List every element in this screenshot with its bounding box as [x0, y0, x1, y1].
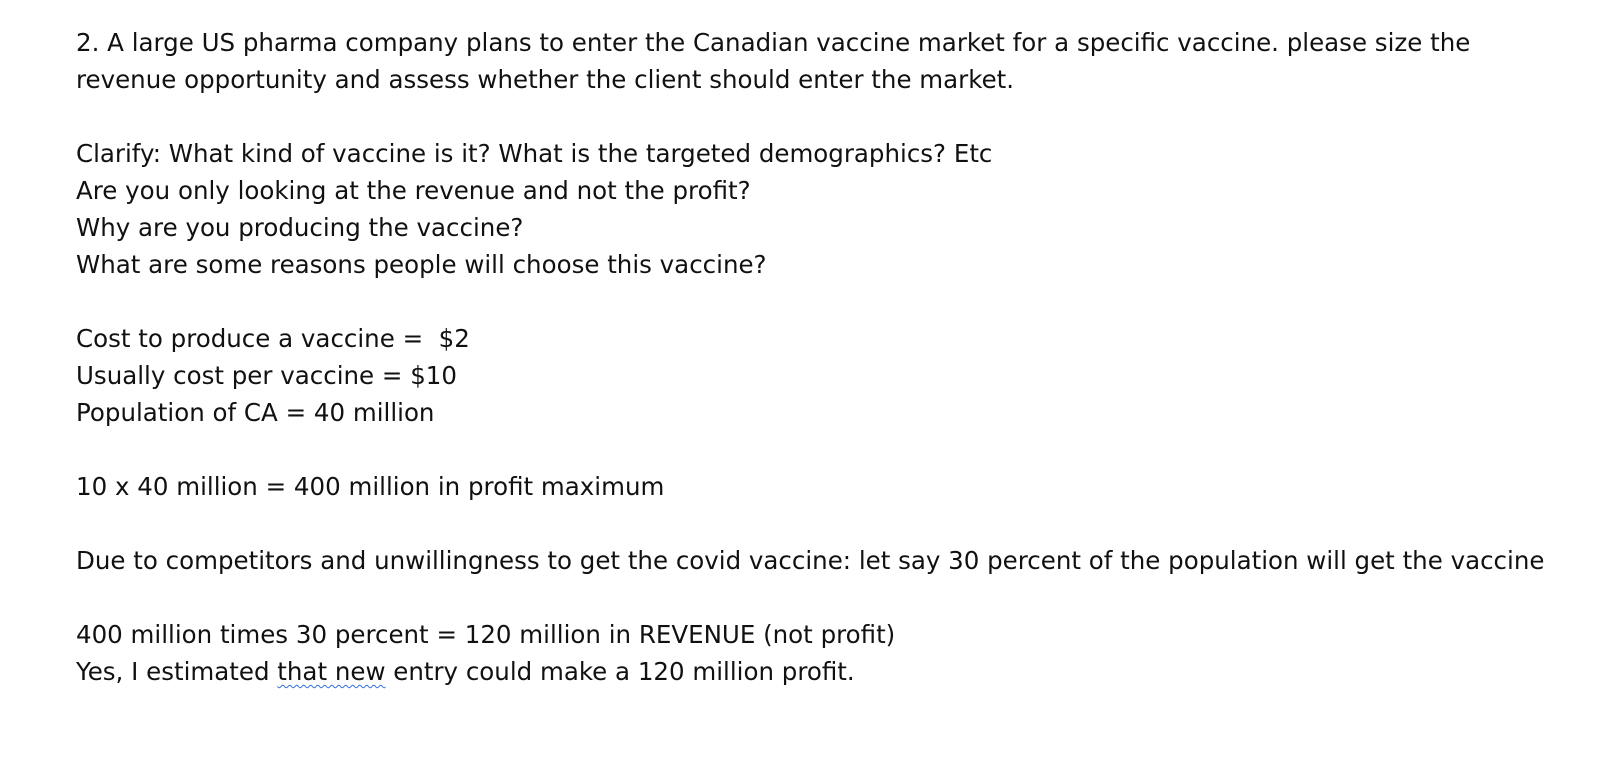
final-prefix: Yes, I estimated: [76, 657, 278, 686]
max-profit-line: 10 x 40 million = 400 million in profit …: [76, 472, 665, 501]
clarify-line: Why are you producing the vaccine?: [76, 213, 524, 242]
assumption-line: Population of CA = 40 million: [76, 398, 435, 427]
final-suffix: entry could make a 120 million profit.: [385, 657, 855, 686]
assumption-line: Cost to produce a vaccine = $2: [76, 324, 470, 353]
adjustment-paragraph: Due to competitors and unwillingness to …: [76, 542, 1556, 579]
clarify-line: What are some reasons people will choose…: [76, 250, 767, 279]
spellcheck-flagged-text[interactable]: that new: [277, 657, 385, 686]
assumptions-paragraph: Cost to produce a vaccine = $2 Usually c…: [76, 320, 1556, 431]
revenue-line: 400 million times 30 percent = 120 milli…: [76, 620, 896, 649]
clarify-line: Are you only looking at the revenue and …: [76, 176, 751, 205]
assumption-line: Usually cost per vaccine = $10: [76, 361, 457, 390]
adjustment-text: Due to competitors and unwillingness to …: [76, 546, 1545, 575]
document-body: 2. A large US pharma company plans to en…: [76, 24, 1556, 690]
final-estimate-line: Yes, I estimated that new entry could ma…: [76, 653, 1556, 690]
clarify-line: Clarify: What kind of vaccine is it? Wha…: [76, 139, 993, 168]
calculation-paragraph: 10 x 40 million = 400 million in profit …: [76, 468, 1556, 505]
conclusion-paragraph: 400 million times 30 percent = 120 milli…: [76, 616, 1556, 690]
question-text: 2. A large US pharma company plans to en…: [76, 28, 1471, 94]
question-paragraph: 2. A large US pharma company plans to en…: [76, 24, 1556, 98]
clarify-paragraph: Clarify: What kind of vaccine is it? Wha…: [76, 135, 1556, 283]
